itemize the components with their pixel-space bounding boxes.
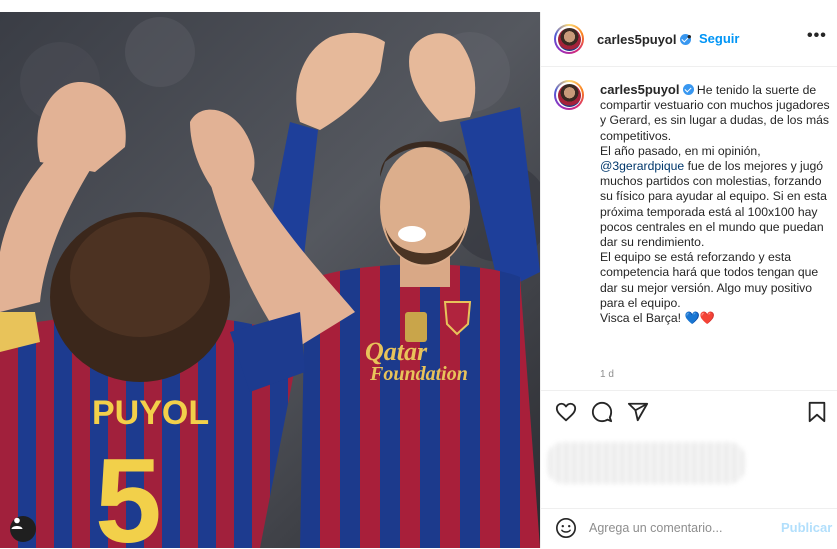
bookmark-icon — [808, 401, 826, 423]
share-icon — [627, 402, 649, 422]
caption-section: carles5puyol He tenido la suerte de comp… — [541, 67, 837, 390]
author-username[interactable]: carles5puyol — [597, 32, 691, 47]
publish-button[interactable]: Publicar — [781, 520, 832, 535]
user-tag-button[interactable] — [10, 516, 36, 542]
heart-icon — [555, 402, 577, 422]
post-side-panel: carles5puyol • Seguir ••• carles5puyol H… — [540, 12, 837, 548]
mention-link[interactable]: @3gerardpique — [600, 159, 684, 173]
more-options-button[interactable]: ••• — [807, 27, 827, 45]
emoji-icon — [556, 518, 576, 538]
emoji-button[interactable] — [555, 517, 577, 544]
post-caption: carles5puyol He tenido la suerte de comp… — [600, 82, 830, 326]
share-button[interactable] — [627, 401, 649, 428]
photo-illustration: Qatar Foundation PUYOL 5 — [0, 12, 540, 548]
author-avatar[interactable] — [554, 24, 584, 54]
blurred-likes — [547, 442, 745, 484]
top-strip — [0, 0, 837, 12]
verified-icon — [682, 84, 694, 95]
jersey-number: 5 — [95, 434, 162, 548]
save-button[interactable] — [807, 401, 827, 428]
post-photo[interactable]: Qatar Foundation PUYOL 5 — [0, 12, 540, 548]
comment-icon — [591, 401, 613, 423]
separator-dot: • — [687, 29, 692, 44]
post-header: carles5puyol • Seguir ••• — [541, 12, 837, 67]
comment-bar: Publicar — [541, 508, 837, 549]
likes-section-blurred — [541, 434, 837, 504]
action-bar — [541, 390, 837, 435]
caption-username[interactable]: carles5puyol — [600, 82, 694, 97]
caption-paragraph-4: Visca el Barça! — [600, 311, 682, 326]
jersey-name: PUYOL — [92, 394, 209, 432]
like-button[interactable] — [555, 401, 577, 428]
heart-emojis: 💙❤️ — [684, 311, 715, 326]
comment-input[interactable] — [589, 516, 771, 540]
caption-avatar[interactable] — [554, 80, 584, 110]
sponsor-line2: Foundation — [369, 363, 468, 385]
caption-paragraph-3: El equipo se está reforzando y esta comp… — [600, 250, 819, 310]
post-timestamp[interactable]: 1 d — [600, 369, 614, 380]
comment-button[interactable] — [591, 401, 613, 428]
caption-paragraph-2-start: El año pasado, en mi opinión, — [600, 143, 761, 158]
user-tag-icon — [11, 517, 23, 529]
follow-button[interactable]: Seguir — [699, 31, 739, 46]
